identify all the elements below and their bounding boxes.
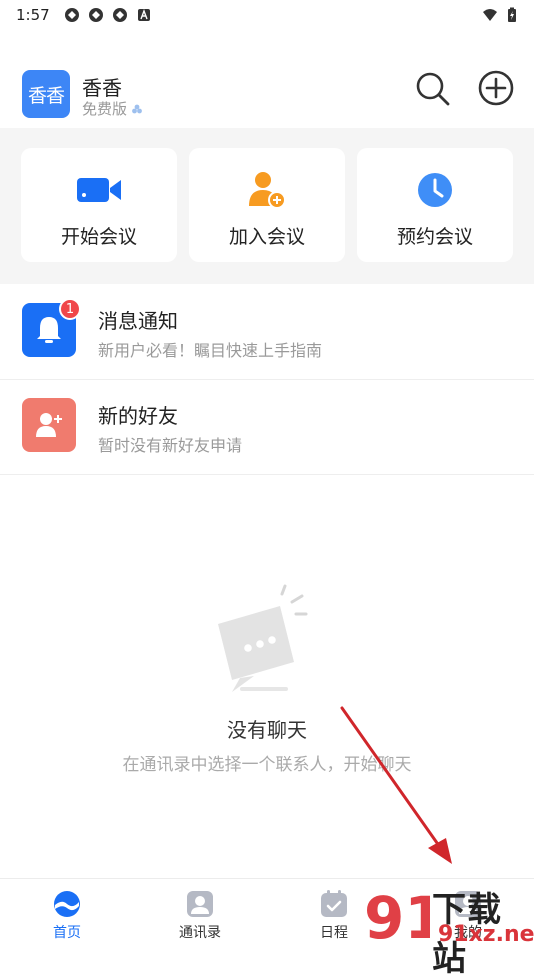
- clock-icon: [418, 173, 452, 207]
- list-item-notifications[interactable]: 1 消息通知 新用户必看！瞩目快速上手指南: [0, 285, 534, 380]
- status-bar: 1:57: [0, 0, 534, 30]
- add-friend-icon: [36, 413, 62, 437]
- tab-contacts-label: 通讯录: [179, 925, 221, 941]
- system-icons: [482, 7, 520, 23]
- new-friends-subtitle: 暂时没有新好友申请: [98, 436, 243, 455]
- status-time: 1:57: [16, 6, 50, 24]
- header: 香香 香香 免费版: [0, 60, 534, 126]
- join-meeting-label: 加入会议: [228, 226, 305, 248]
- notifications-title: 消息通知: [98, 309, 178, 333]
- watermark-logo-text: 91: [364, 884, 430, 950]
- user-plan[interactable]: 免费版: [82, 98, 143, 119]
- tab-contacts[interactable]: 通讯录: [160, 889, 240, 942]
- watermark: 91 下载站 91xz.net: [360, 880, 534, 979]
- avatar[interactable]: 香香: [22, 70, 70, 118]
- schedule-meeting-label: 预约会议: [396, 226, 473, 248]
- watermark-bottom-text: 91xz.net: [438, 922, 534, 947]
- contacts-icon: [187, 891, 213, 917]
- empty-chat-illustration: [218, 584, 308, 692]
- font-notification-icon: [137, 9, 150, 21]
- app-notification-icon: [64, 8, 79, 22]
- home-icon: [54, 891, 80, 917]
- plan-badge-icon: [132, 104, 142, 113]
- empty-state-subtitle: 在通讯录中选择一个联系人，开始聊天: [122, 755, 412, 775]
- calendar-icon: [321, 890, 347, 917]
- plan-label: 免费版: [82, 100, 128, 118]
- tab-home[interactable]: 首页: [27, 889, 107, 942]
- start-meeting-label: 开始会议: [60, 226, 137, 248]
- new-friends-title: 新的好友: [98, 404, 178, 428]
- user-name[interactable]: 香香: [82, 72, 122, 101]
- quick-actions: 开始会议 加入会议 预约会议: [0, 128, 534, 284]
- watermark-logo-icon: 91: [364, 884, 430, 950]
- app-notification-icon: [88, 8, 103, 22]
- tab-home-label: 首页: [53, 925, 81, 941]
- list-item-new-friends[interactable]: 新的好友 暂时没有新好友申请: [0, 380, 534, 475]
- add-circle-icon[interactable]: [476, 68, 516, 108]
- join-meeting-button[interactable]: 加入会议: [189, 148, 345, 262]
- search-icon[interactable]: [412, 68, 452, 108]
- empty-state-title: 没有聊天: [227, 718, 307, 742]
- schedule-meeting-button[interactable]: 预约会议: [357, 148, 513, 262]
- notification-icons: [64, 7, 152, 23]
- battery-icon: [508, 7, 516, 22]
- start-meeting-button[interactable]: 开始会议: [21, 148, 177, 262]
- app-notification-icon: [112, 8, 127, 22]
- avatar-text: 香香: [27, 84, 65, 107]
- wifi-icon: [483, 9, 497, 21]
- notifications-subtitle: 新用户必看！瞩目快速上手指南: [98, 341, 323, 360]
- video-camera-icon: [77, 178, 121, 202]
- add-person-icon: [249, 172, 286, 209]
- unread-badge: 1: [59, 298, 81, 320]
- bell-icon: [37, 317, 61, 343]
- friend-icon-container: [22, 398, 76, 452]
